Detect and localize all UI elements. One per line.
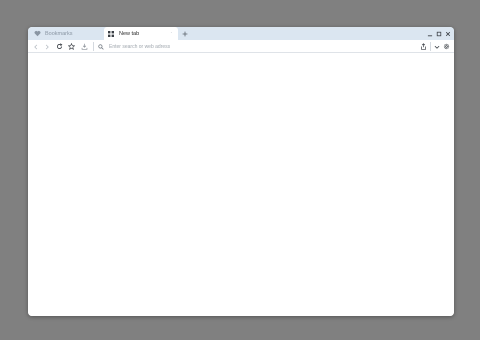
- minimize-icon: [427, 31, 433, 37]
- forward-button[interactable]: [42, 42, 51, 51]
- download-icon: [81, 43, 88, 50]
- plus-icon: [182, 31, 188, 37]
- gear-icon: [443, 43, 450, 50]
- tab-label: New tab: [119, 30, 140, 37]
- menu-dropdown-button[interactable]: [432, 42, 441, 51]
- close-window-button[interactable]: [443, 29, 452, 38]
- close-icon: [445, 31, 451, 37]
- forward-arrow-icon: [44, 44, 50, 50]
- chevron-down-icon: [434, 44, 440, 50]
- search-icon: [97, 43, 105, 51]
- grid-icon: [107, 30, 115, 38]
- reload-icon: [56, 43, 63, 50]
- back-arrow-icon: [33, 44, 39, 50]
- tab-new-tab[interactable]: New tab ·: [104, 27, 178, 40]
- browser-window: Bookmarks New tab ·: [28, 27, 454, 316]
- back-button[interactable]: [31, 42, 40, 51]
- minimize-button[interactable]: [425, 29, 434, 38]
- tab-close-icon[interactable]: ·: [170, 30, 172, 36]
- maximize-icon: [436, 31, 442, 37]
- new-tab-button[interactable]: [180, 29, 189, 38]
- share-button[interactable]: [419, 42, 428, 51]
- star-icon: [68, 43, 75, 50]
- tab-strip: Bookmarks New tab ·: [28, 27, 454, 40]
- navigation-toolbar: [28, 40, 454, 53]
- address-bar[interactable]: [97, 41, 412, 52]
- tab-label: Bookmarks: [45, 30, 73, 37]
- page-content[interactable]: [28, 53, 454, 316]
- reload-button[interactable]: [55, 42, 64, 51]
- bookmark-star-button[interactable]: [67, 42, 76, 51]
- maximize-button[interactable]: [434, 29, 443, 38]
- tab-bookmarks[interactable]: Bookmarks: [30, 27, 102, 40]
- share-icon: [420, 43, 427, 50]
- address-input[interactable]: [105, 42, 399, 51]
- toolbar-divider: [430, 42, 431, 51]
- download-button[interactable]: [80, 42, 89, 51]
- settings-button[interactable]: [442, 42, 451, 51]
- toolbar-divider: [93, 42, 94, 51]
- heart-icon: [33, 30, 41, 38]
